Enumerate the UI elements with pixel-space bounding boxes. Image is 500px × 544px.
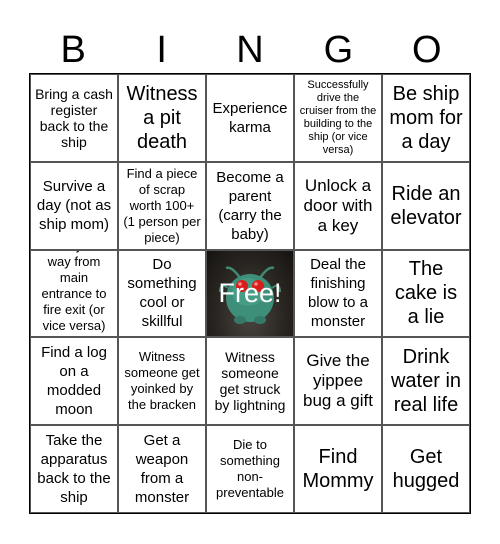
bingo-card: Bring a cash register back to the ship W…	[29, 73, 471, 514]
bingo-cell[interactable]: Drink water in real life	[382, 337, 470, 426]
cell-text: Find a log on a modded moon	[41, 344, 107, 419]
cell-text: Find a piece of scrap worth 100+ (1 pers…	[123, 165, 201, 245]
free-space-cell[interactable]: Free!	[206, 249, 294, 338]
cell-text: Witness a pit death	[126, 82, 198, 153]
cell-text: Die to something non-preventable	[216, 437, 284, 501]
cell-text: Find Mommy	[302, 446, 374, 493]
cell-text: Get hugged	[392, 446, 460, 493]
header-letter-b: B	[60, 29, 86, 71]
bingo-cell[interactable]: Ride an elevator	[382, 161, 470, 250]
bingo-cell[interactable]: Deal the finishing blow to a monster	[294, 249, 382, 338]
bingo-cell[interactable]: Find your way from main entrance to fire…	[30, 249, 118, 338]
bingo-header: B I N G O	[29, 28, 471, 72]
bingo-cell[interactable]: Take the apparatus back to the ship	[30, 425, 118, 513]
bingo-cell[interactable]: Find a log on a modded moon	[30, 337, 118, 426]
bingo-cell[interactable]: Become a parent (carry the baby)	[206, 161, 294, 250]
bingo-cell[interactable]: Unlock a door with a key	[294, 161, 382, 250]
bingo-cell[interactable]: Experience karma	[206, 74, 294, 162]
cell-text: Become a parent (carry the baby)	[216, 168, 284, 243]
bingo-cell[interactable]: Be ship mom for a day	[382, 74, 470, 162]
bingo-cell[interactable]: Get hugged	[382, 425, 470, 513]
bingo-cell[interactable]: Do something cool or skillful	[118, 249, 206, 338]
free-space-label: Free!	[218, 278, 282, 309]
bingo-cell[interactable]: Get a weapon from a monster	[118, 425, 206, 513]
bingo-cell[interactable]: Bring a cash register back to the ship	[30, 74, 118, 162]
cell-text: Give the yippee bug a gift	[303, 351, 373, 411]
header-letter-i: I	[156, 29, 167, 71]
bingo-cell[interactable]: Survive a day (not as ship mom)	[30, 161, 118, 250]
cell-text: Take the apparatus back to the ship	[37, 432, 111, 507]
bingo-cell[interactable]: Find a piece of scrap worth 100+ (1 pers…	[118, 161, 206, 250]
cell-text: Find your way from main entrance to fire…	[41, 251, 107, 337]
cell-text: Unlock a door with a key	[303, 175, 373, 235]
cell-text: Experience karma	[212, 99, 288, 136]
bingo-cell[interactable]: Give the yippee bug a gift	[294, 337, 382, 426]
header-letter-g: G	[323, 29, 354, 71]
cell-text: Witness someone get yoinked by the brack…	[124, 349, 200, 413]
cell-text: Successfully drive the cruiser from the …	[299, 78, 377, 156]
bingo-cell[interactable]: Witness someone get yoinked by the brack…	[118, 337, 206, 426]
bingo-cell[interactable]: Witness someone get struck by lightning	[206, 337, 294, 426]
cell-text: Witness someone get struck by lightning	[214, 349, 286, 414]
cell-text: Get a weapon from a monster	[134, 432, 190, 507]
cell-text: Survive a day (not as ship mom)	[36, 178, 112, 234]
cell-text: Do something cool or skillful	[127, 256, 197, 331]
bingo-cell[interactable]: Witness a pit death	[118, 74, 206, 162]
bingo-cell[interactable]: The cake is a lie	[382, 249, 470, 338]
cell-text: Drink water in real life	[390, 346, 462, 417]
cell-text: Be ship mom for a day	[389, 82, 463, 153]
cell-text: Ride an elevator	[390, 182, 462, 229]
cell-text: Bring a cash register back to the ship	[35, 85, 113, 150]
bingo-cell[interactable]: Successfully drive the cruiser from the …	[294, 74, 382, 162]
header-letter-n: N	[236, 29, 264, 71]
header-letter-o: O	[412, 29, 442, 71]
bingo-cell[interactable]: Find Mommy	[294, 425, 382, 513]
cell-text: Deal the finishing blow to a monster	[307, 256, 369, 331]
bingo-cell[interactable]: Die to something non-preventable	[206, 425, 294, 513]
cell-text: The cake is a lie	[394, 258, 458, 329]
